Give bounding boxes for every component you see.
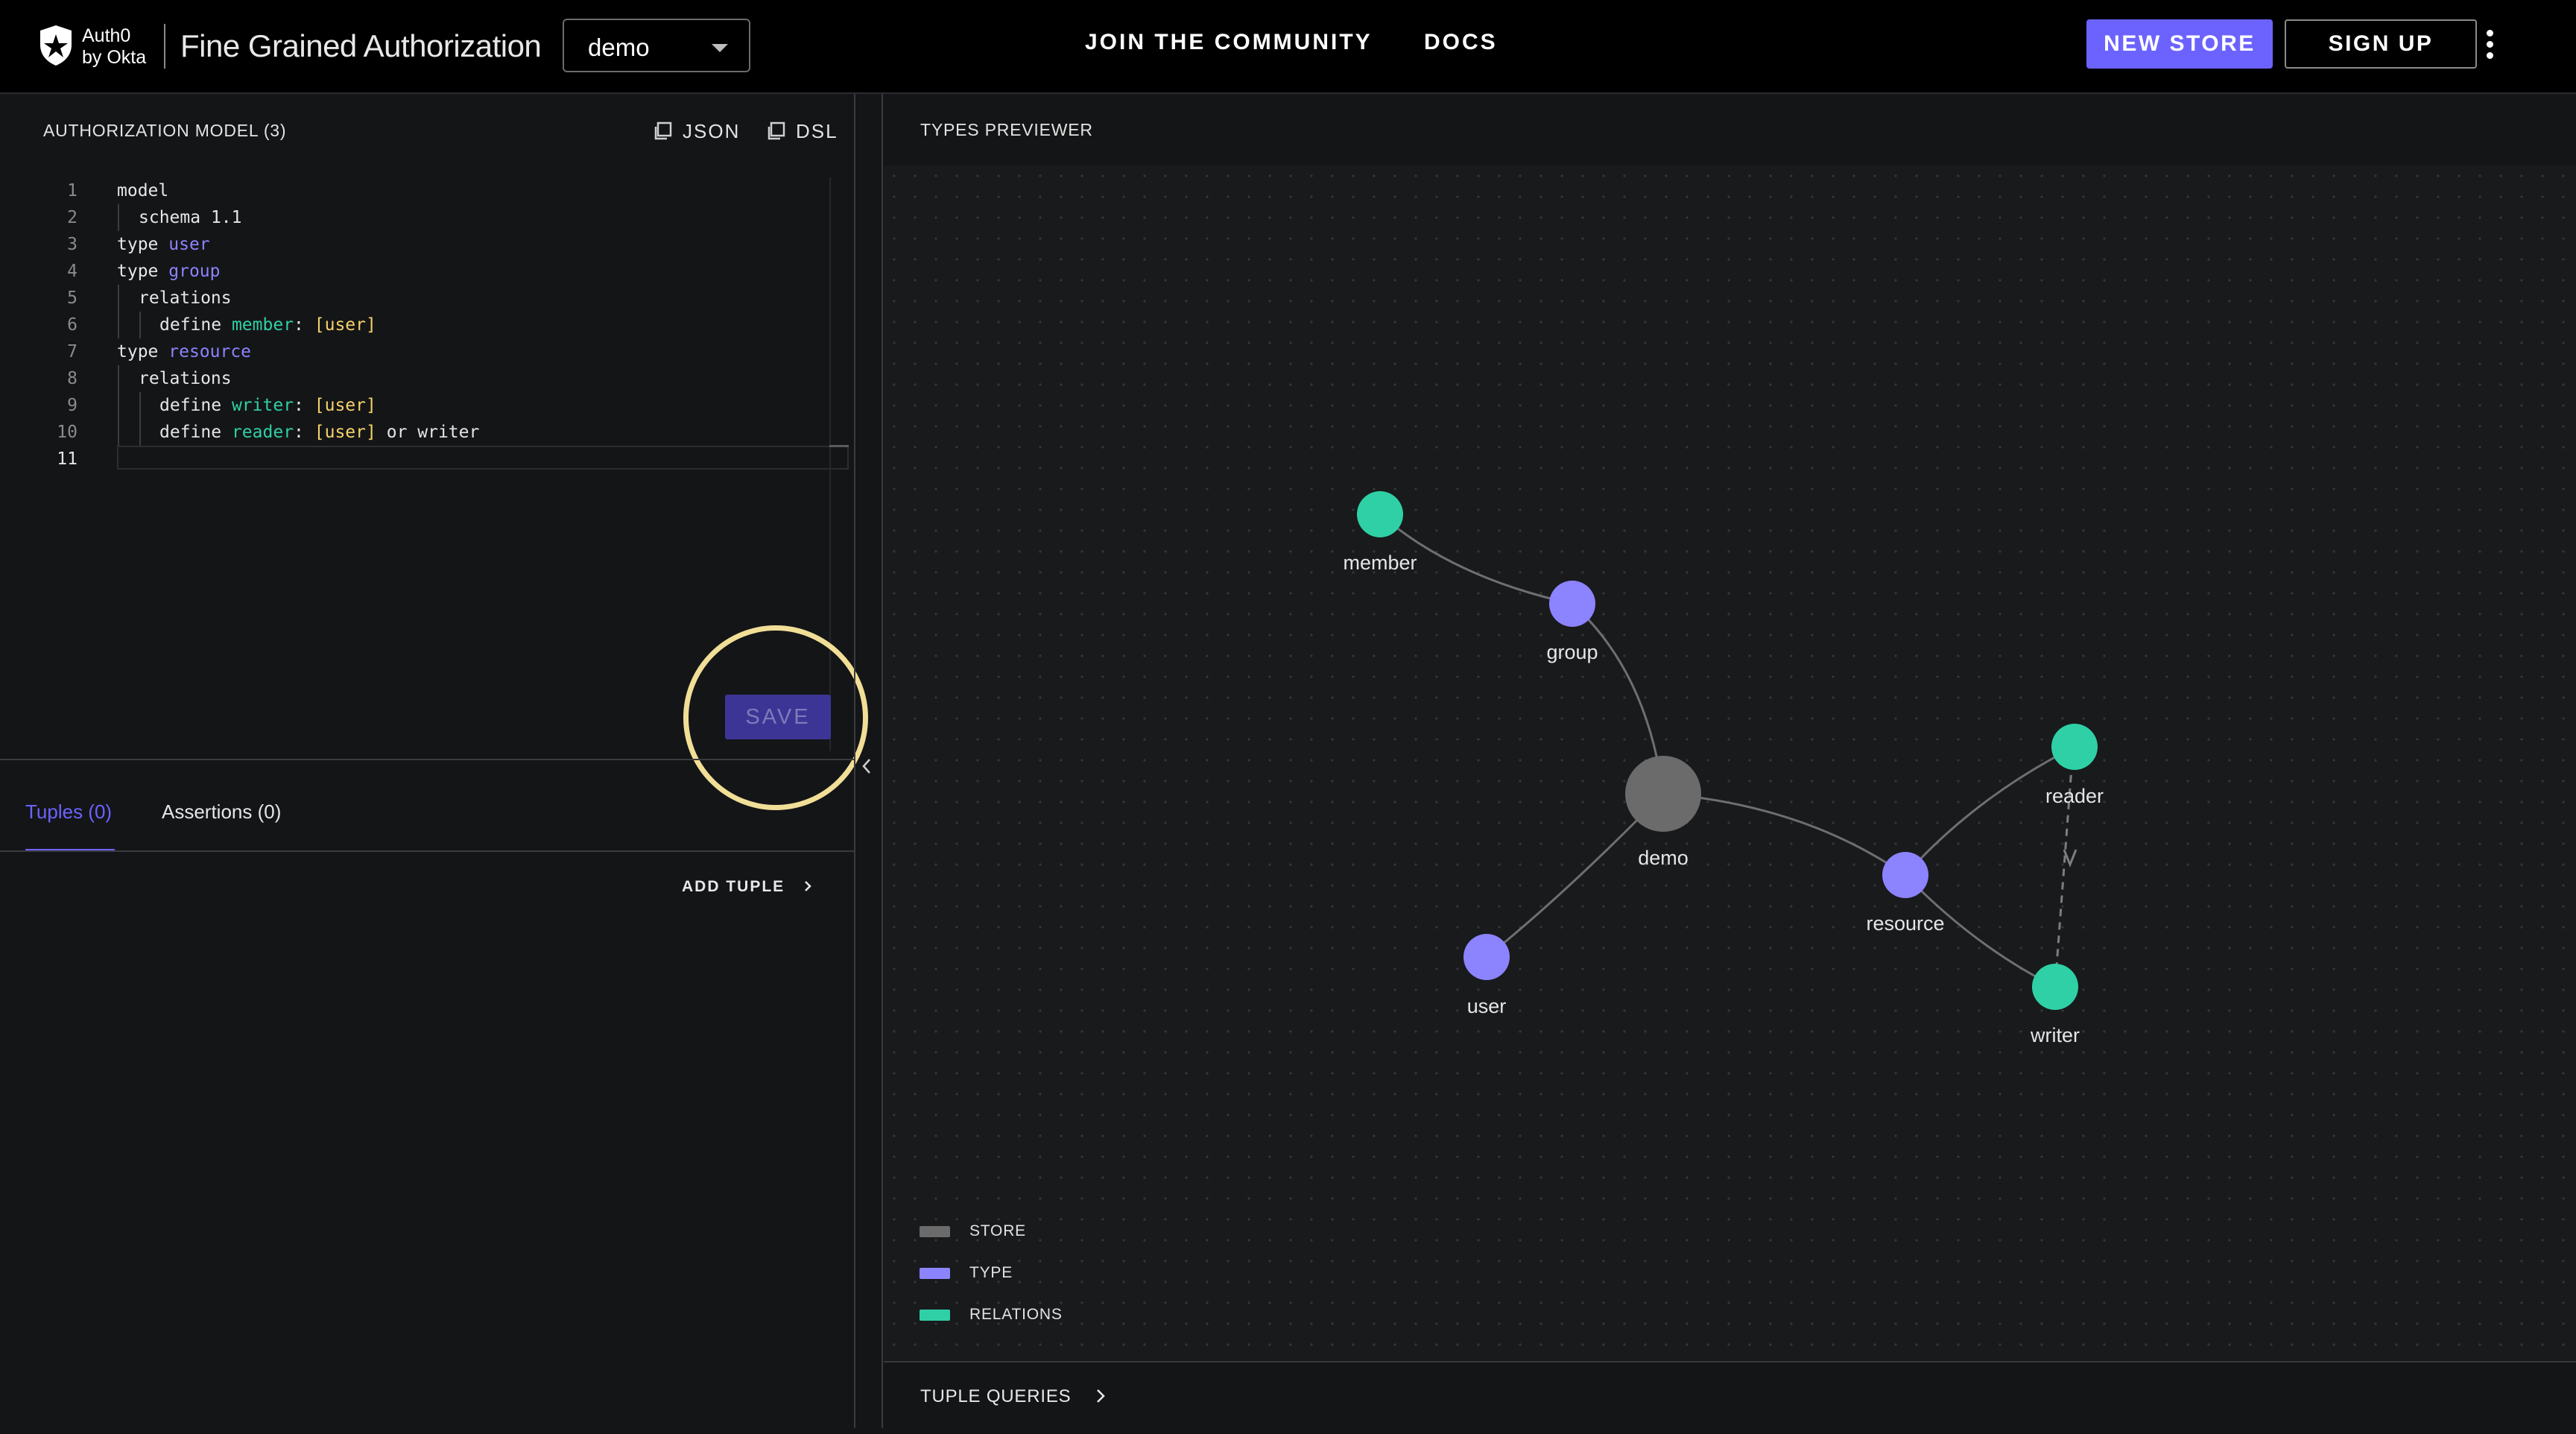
legend-label-relations: RELATIONS [969,1306,1063,1323]
node-label-writer: writer [2030,1024,2080,1046]
graph-canvas: member group demo user resource reader w… [1343,491,2104,1046]
tuple-queries-toggle[interactable]: TUPLE QUERIES [920,1386,1108,1407]
chevron-right-icon [1097,1389,1105,1403]
node-resource [1882,852,1928,898]
node-reader [2051,724,2098,770]
legend-label-type: TYPE [969,1264,1013,1281]
node-demo-store [1625,756,1701,832]
legend-label-store: STORE [969,1222,1026,1239]
node-label-user: user [1467,995,1507,1017]
node-label-demo: demo [1638,847,1689,869]
edge-resource-reader [1904,745,2075,876]
edge-demo-resource [1662,792,1906,876]
legend-swatch-store [920,1226,950,1237]
node-group [1549,581,1595,627]
legend-swatch-type [920,1268,950,1279]
node-user [1463,934,1510,980]
node-writer [2032,964,2078,1010]
tuple-queries-divider [884,1361,2576,1362]
node-label-resource: resource [1866,912,1944,935]
node-label-group: group [1546,641,1598,663]
legend-swatch-relations [920,1310,950,1321]
node-label-member: member [1343,552,1417,574]
arrow-head [2063,849,2077,868]
node-member [1357,491,1403,537]
tuple-queries-label: TUPLE QUERIES [920,1386,1072,1406]
node-label-reader: reader [2045,785,2104,807]
